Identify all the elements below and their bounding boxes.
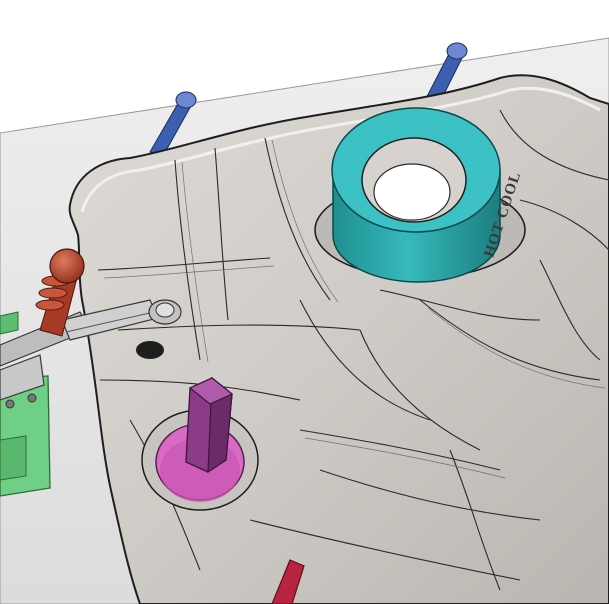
cad-viewport[interactable]: HOT COOL bbox=[0, 0, 609, 604]
purple-hex-post bbox=[185, 376, 234, 474]
cad-model-scene: HOT COOL bbox=[0, 37, 609, 604]
